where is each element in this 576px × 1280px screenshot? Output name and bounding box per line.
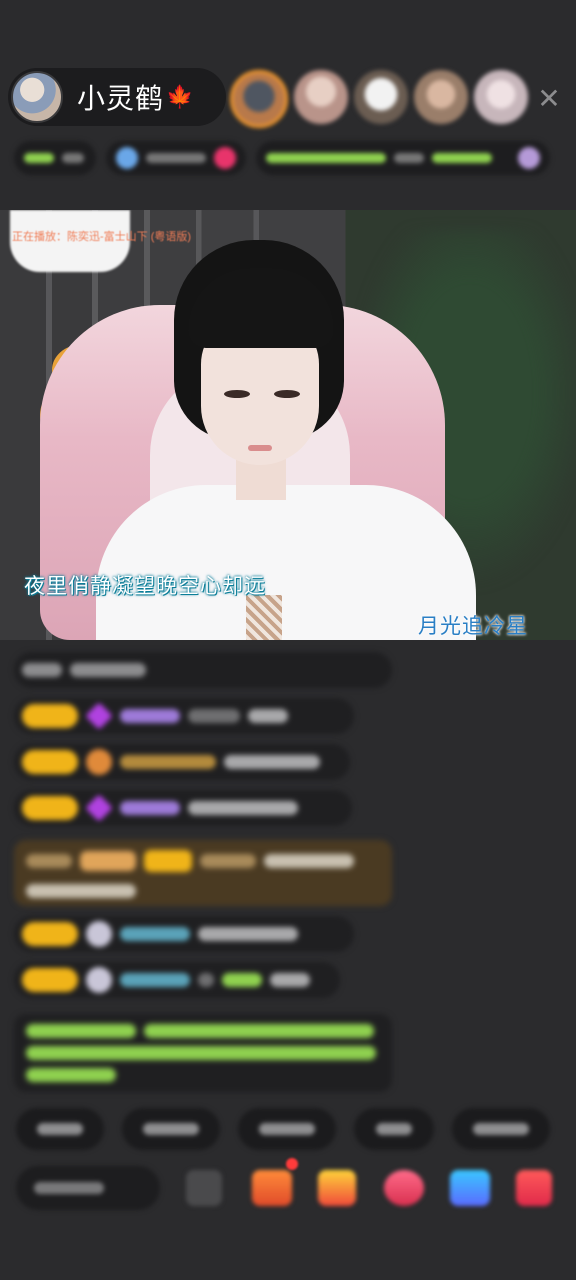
quick-reply-row bbox=[16, 1108, 576, 1152]
viewer-avatar[interactable] bbox=[354, 70, 408, 124]
chat-input[interactable] bbox=[16, 1166, 160, 1210]
chat-message-highlight[interactable] bbox=[14, 840, 392, 906]
notice-chip[interactable] bbox=[256, 141, 550, 175]
level-badge bbox=[22, 922, 78, 946]
diamond-icon bbox=[85, 702, 113, 730]
lipstick-icon[interactable] bbox=[384, 1170, 424, 1206]
host-avatar[interactable] bbox=[11, 71, 63, 123]
shop-icon[interactable] bbox=[516, 1170, 552, 1206]
notification-dot bbox=[286, 1158, 298, 1170]
chat-message[interactable] bbox=[14, 698, 354, 734]
quick-reply-button[interactable] bbox=[122, 1108, 220, 1150]
quick-reply-button[interactable] bbox=[452, 1108, 550, 1150]
maple-leaf-icon: 🍁 bbox=[166, 84, 194, 109]
chat-message[interactable] bbox=[14, 916, 354, 952]
diamond-icon bbox=[85, 794, 113, 822]
screen-icon[interactable] bbox=[186, 1170, 222, 1206]
now-playing-label: 正在播放：陈奕迅-富士山下 (粤语版) bbox=[12, 231, 192, 243]
lyric-line-current: 夜里俏静凝望晚空心却远 bbox=[24, 574, 266, 598]
user-avatar-icon bbox=[86, 921, 112, 947]
system-notice bbox=[14, 1014, 392, 1092]
gift-icon[interactable] bbox=[318, 1170, 356, 1206]
quick-reply-button[interactable] bbox=[238, 1108, 336, 1150]
viewer-avatar[interactable] bbox=[294, 70, 348, 124]
user-avatar-icon bbox=[86, 967, 112, 993]
status-bar bbox=[14, 138, 562, 178]
activity-chip[interactable] bbox=[106, 141, 246, 175]
quick-reply-button[interactable] bbox=[354, 1108, 434, 1150]
level-badge bbox=[22, 704, 78, 728]
share-icon[interactable] bbox=[450, 1170, 490, 1206]
host-name: 小灵鹤 bbox=[77, 82, 165, 115]
user-avatar-icon bbox=[86, 749, 112, 775]
lyric-line-next: 月光追冷星 bbox=[418, 614, 528, 638]
live-video[interactable]: 正在播放：陈奕迅-富士山下 (粤语版) 夜里俏静凝望晚空心却远 月光追冷星 bbox=[0, 210, 576, 640]
level-badge bbox=[22, 750, 78, 774]
level-badge bbox=[22, 968, 78, 992]
level-badge bbox=[22, 796, 78, 820]
quick-reply-button[interactable] bbox=[16, 1108, 104, 1150]
viewer-avatar[interactable] bbox=[414, 70, 468, 124]
chat-message[interactable] bbox=[14, 744, 350, 780]
game-icon[interactable] bbox=[252, 1170, 292, 1206]
host-info-pill[interactable]: 小灵鹤 🍁 bbox=[8, 68, 226, 126]
chat-message[interactable] bbox=[14, 652, 392, 688]
viewer-avatar[interactable] bbox=[474, 70, 528, 124]
rank-chip[interactable] bbox=[14, 141, 96, 175]
chat-message[interactable] bbox=[14, 790, 352, 826]
viewer-avatar-list bbox=[230, 70, 528, 128]
chat-message[interactable] bbox=[14, 962, 340, 998]
close-icon[interactable]: ✕ bbox=[533, 82, 565, 114]
viewer-avatar[interactable] bbox=[230, 70, 288, 128]
